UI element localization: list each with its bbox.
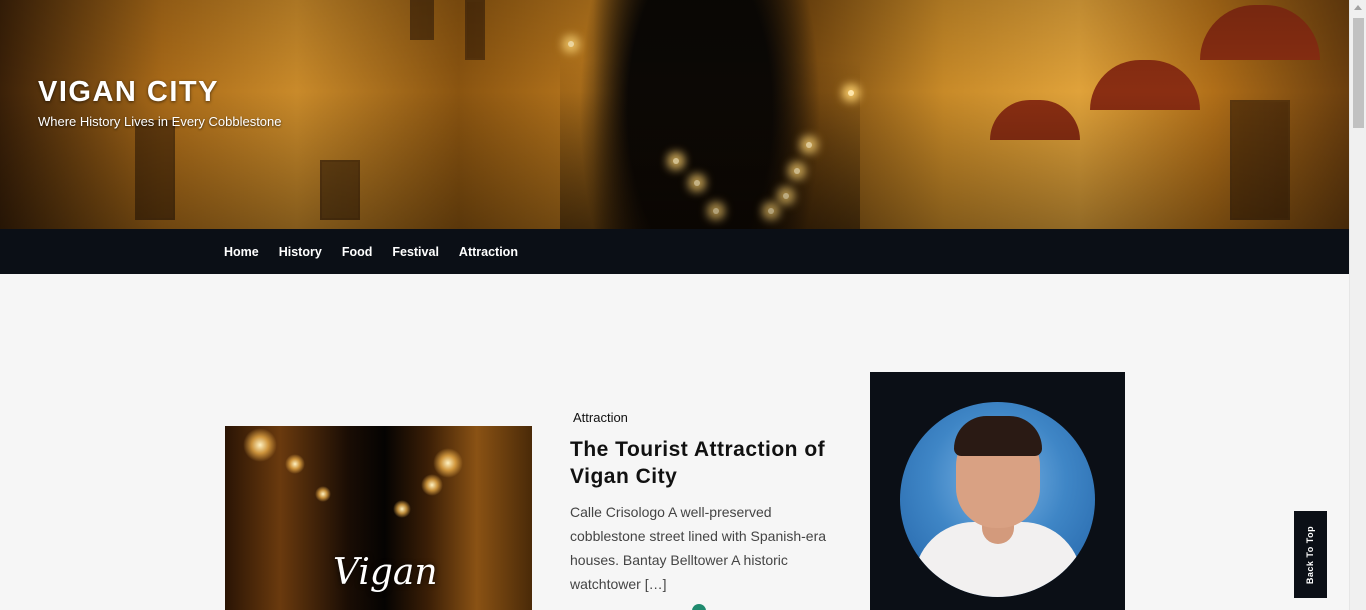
nav-item-food[interactable]: Food — [342, 245, 373, 259]
thumbnail-caption: Vigan — [333, 552, 438, 593]
author-avatar — [900, 402, 1095, 597]
sidebar-widget — [870, 372, 1125, 610]
nav-item-attraction[interactable]: Attraction — [459, 245, 518, 259]
post-thumbnail[interactable]: Vigan — [225, 426, 532, 610]
post-category[interactable]: Attraction — [573, 410, 628, 425]
lamp-glow — [243, 428, 277, 462]
avatar-hair — [954, 416, 1042, 456]
scrollbar-thumb[interactable] — [1353, 18, 1364, 128]
nav-menu: Home History Food Festival Attraction — [224, 229, 538, 274]
back-to-top-label: Back To Top — [1305, 525, 1316, 584]
lamp-glow — [285, 454, 305, 474]
lamp-glow — [315, 486, 331, 502]
nav-item-history[interactable]: History — [279, 245, 322, 259]
post-title[interactable]: The Tourist Attraction of Vigan City — [570, 436, 850, 490]
header-banner: VIGAN CITY Where History Lives in Every … — [0, 0, 1349, 229]
nav-item-home[interactable]: Home — [224, 245, 259, 259]
lamp-glow — [421, 474, 443, 496]
lamp-glow — [393, 500, 411, 518]
scroll-up-arrow-icon[interactable] — [1354, 5, 1362, 10]
post-excerpt: Calle Crisologo A well-preserved cobbles… — [570, 504, 827, 592]
page-scrollbar[interactable] — [1349, 0, 1366, 610]
site-tagline: Where History Lives in Every Cobblestone — [38, 114, 282, 129]
read-more-dot[interactable] — [692, 604, 706, 610]
nav-item-festival[interactable]: Festival — [392, 245, 439, 259]
main-nav: Home History Food Festival Attraction — [0, 229, 1349, 274]
back-to-top-button[interactable]: Back To Top — [1294, 511, 1327, 598]
site-title[interactable]: VIGAN CITY — [38, 76, 219, 109]
lamp-glow — [433, 448, 463, 478]
